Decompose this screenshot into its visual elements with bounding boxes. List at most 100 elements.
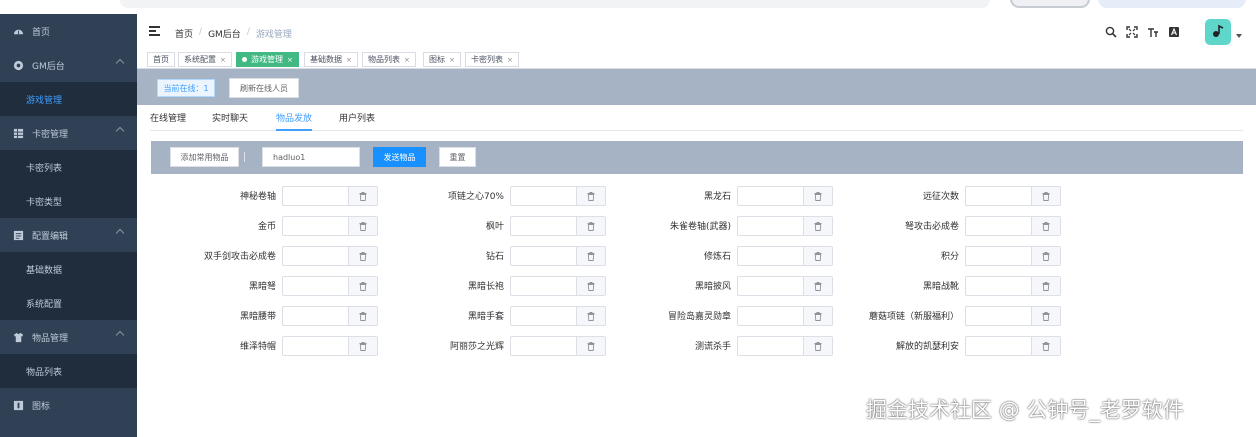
refresh-online-button[interactable]: 刷新在线人员 [229,78,299,98]
language-icon[interactable] [1168,26,1180,38]
fullscreen-icon[interactable] [1126,26,1138,38]
quantity-field[interactable] [283,307,348,325]
close-icon[interactable]: × [220,56,226,64]
trash-icon[interactable] [348,217,377,235]
trash-icon[interactable] [803,247,832,265]
item-quantity-input[interactable] [965,216,1061,236]
item-quantity-input[interactable] [282,186,378,206]
quantity-field[interactable] [738,337,803,355]
tab-item-distribution[interactable]: 物品发放 [276,111,313,131]
tag-system-config[interactable]: 系统配置 × [178,52,232,67]
sidebar-item-icons[interactable]: 图标 [0,388,137,422]
trash-icon[interactable] [803,187,832,205]
online-count-button[interactable]: 当前在线：1 [157,79,215,97]
tab-online-manage[interactable]: 在线管理 [150,111,186,131]
sidebar-subitem-system-config[interactable]: 系统配置 [0,286,137,320]
sidebar-subitem-game-manage[interactable]: 游戏管理 [0,82,137,116]
quantity-field[interactable] [738,247,803,265]
quantity-field[interactable] [283,277,348,295]
item-quantity-input[interactable] [510,336,606,356]
trash-icon[interactable] [576,307,605,325]
quantity-field[interactable] [511,247,576,265]
tag-card-list[interactable]: 卡密列表 × [465,52,519,67]
trash-icon[interactable] [803,307,832,325]
quantity-field[interactable] [738,307,803,325]
quantity-field[interactable] [511,217,576,235]
sidebar-item-home[interactable]: 首页 [0,14,137,48]
trash-icon[interactable] [1031,247,1060,265]
add-common-item-button[interactable]: 添加常用物品 [170,147,239,167]
item-quantity-input[interactable] [965,276,1061,296]
item-quantity-input[interactable] [282,216,378,236]
tab-live-chat[interactable]: 实时聊天 [212,111,248,131]
item-quantity-input[interactable] [737,336,833,356]
item-quantity-input[interactable] [965,336,1061,356]
close-icon[interactable]: × [449,56,455,64]
quantity-field[interactable] [966,247,1031,265]
quantity-field[interactable] [966,277,1031,295]
trash-icon[interactable] [348,337,377,355]
tag-item-list[interactable]: 物品列表 × [362,52,416,67]
trash-icon[interactable] [803,217,832,235]
trash-icon[interactable] [576,277,605,295]
text-size-icon[interactable] [1147,26,1159,38]
quantity-field[interactable] [966,217,1031,235]
quantity-field[interactable] [511,337,576,355]
trash-icon[interactable] [1031,277,1060,295]
item-quantity-input[interactable] [737,276,833,296]
browser-profile-area[interactable] [1098,0,1246,8]
sidebar-subitem-card-type[interactable]: 卡密类型 [0,184,137,218]
quantity-field[interactable] [511,277,576,295]
item-quantity-input[interactable] [282,306,378,326]
sidebar-item-items[interactable]: 物品管理 [0,320,137,354]
close-icon[interactable]: × [404,56,410,64]
send-item-button[interactable]: 发送物品 [373,147,426,167]
item-quantity-input[interactable] [737,186,833,206]
close-icon[interactable]: × [346,56,352,64]
caret-down-icon[interactable] [1236,34,1242,38]
quantity-field[interactable] [511,187,576,205]
browser-pill-button[interactable] [1010,0,1090,8]
trash-icon[interactable] [1031,337,1060,355]
tag-icons[interactable]: 图标 × [423,52,461,67]
item-quantity-input[interactable] [737,246,833,266]
item-quantity-input[interactable] [737,216,833,236]
quantity-field[interactable] [283,187,348,205]
trash-icon[interactable] [576,187,605,205]
search-icon[interactable] [1105,26,1117,38]
item-quantity-input[interactable] [965,186,1061,206]
trash-icon[interactable] [576,337,605,355]
quantity-field[interactable] [738,187,803,205]
sidebar-item-config[interactable]: 配置编辑 [0,218,137,252]
item-quantity-input[interactable] [737,306,833,326]
item-quantity-input[interactable] [510,186,606,206]
item-quantity-input[interactable] [510,276,606,296]
hamburger-icon[interactable] [149,26,160,36]
trash-icon[interactable] [1031,307,1060,325]
tag-game-manage[interactable]: 游戏管理 × [236,52,299,67]
sidebar-subitem-card-list[interactable]: 卡密列表 [0,150,137,184]
close-icon[interactable]: × [287,56,293,64]
address-bar[interactable] [120,0,990,8]
tab-user-list[interactable]: 用户列表 [339,111,375,131]
tag-base-data[interactable]: 基础数据 × [304,52,358,67]
tag-home[interactable]: 首页 [147,52,175,67]
breadcrumb-item-gm[interactable]: GM后台 [208,27,241,40]
trash-icon[interactable] [803,277,832,295]
player-name-input[interactable] [262,147,360,167]
item-quantity-input[interactable] [282,276,378,296]
avatar[interactable] [1205,19,1231,45]
trash-icon[interactable] [348,307,377,325]
item-quantity-input[interactable] [965,306,1061,326]
item-quantity-input[interactable] [282,246,378,266]
reset-button[interactable]: 重置 [439,147,476,167]
sidebar-item-card[interactable]: 卡密管理 [0,116,137,150]
item-quantity-input[interactable] [510,306,606,326]
sidebar-subitem-item-list[interactable]: 物品列表 [0,354,137,388]
sidebar-subitem-base-data[interactable]: 基础数据 [0,252,137,286]
sidebar-item-gm[interactable]: GM后台 [0,48,137,82]
quantity-field[interactable] [966,307,1031,325]
quantity-field[interactable] [966,337,1031,355]
trash-icon[interactable] [348,277,377,295]
trash-icon[interactable] [576,247,605,265]
